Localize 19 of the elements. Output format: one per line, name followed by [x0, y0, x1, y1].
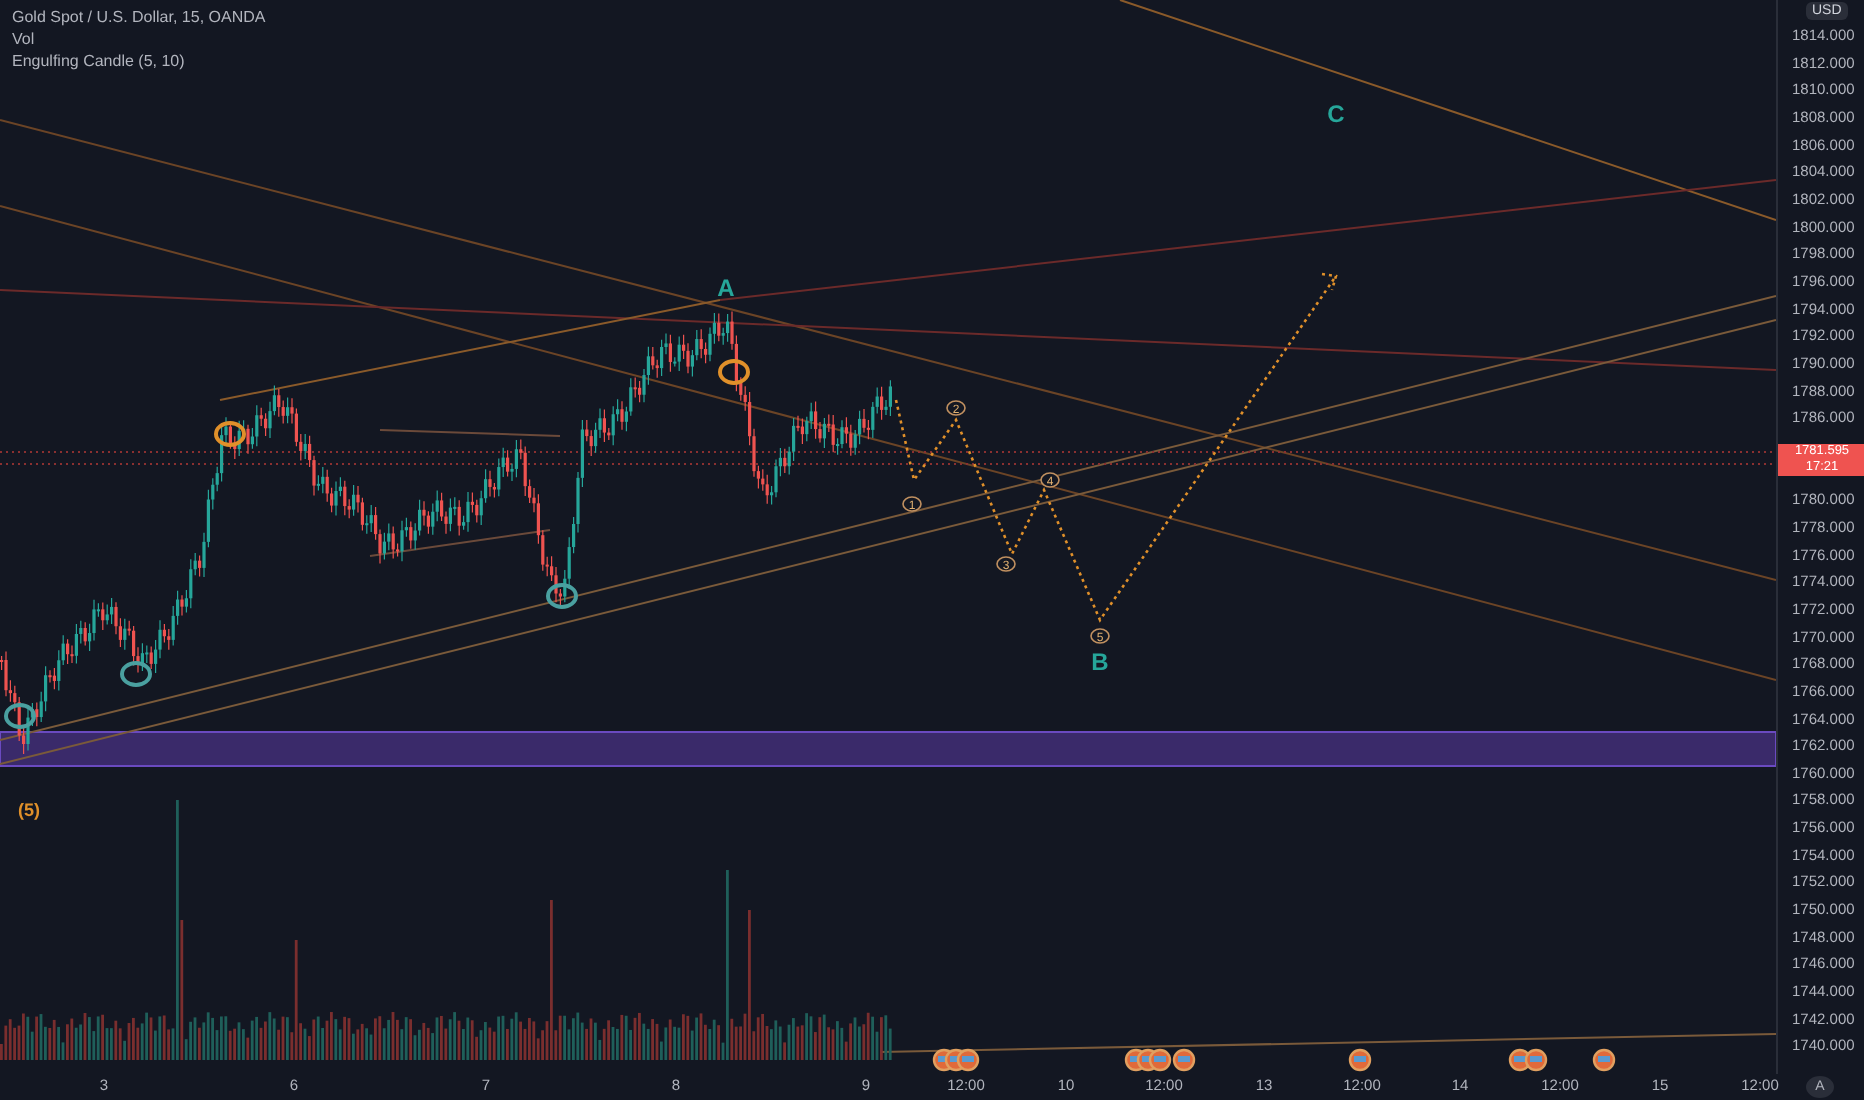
price-axis[interactable] [1776, 0, 1864, 1074]
marker-circle-icon [546, 583, 578, 609]
event-flag-icon[interactable] [956, 1048, 980, 1072]
wave-label: B [1091, 648, 1109, 676]
indicator-title: Vol [12, 28, 37, 50]
wave-label: C [1327, 100, 1345, 128]
event-flag-icon[interactable] [1524, 1048, 1548, 1072]
event-flag-icon[interactable] [1348, 1048, 1372, 1072]
event-flag-icon[interactable] [1172, 1048, 1196, 1072]
indicator-title: Engulfing Candle (5, 10) [12, 50, 187, 72]
marker-circle-icon [4, 703, 36, 729]
symbol-title: Gold Spot / U.S. Dollar, 15, OANDA [12, 6, 266, 28]
wave-label: A [717, 274, 735, 302]
marker-circle-icon [214, 421, 246, 447]
event-flag-icon[interactable] [1148, 1048, 1172, 1072]
indicator-value: (5) [18, 800, 40, 820]
marker-circle-icon [120, 661, 152, 687]
event-flag-icon[interactable] [1592, 1048, 1616, 1072]
marker-circle-icon [718, 359, 750, 385]
